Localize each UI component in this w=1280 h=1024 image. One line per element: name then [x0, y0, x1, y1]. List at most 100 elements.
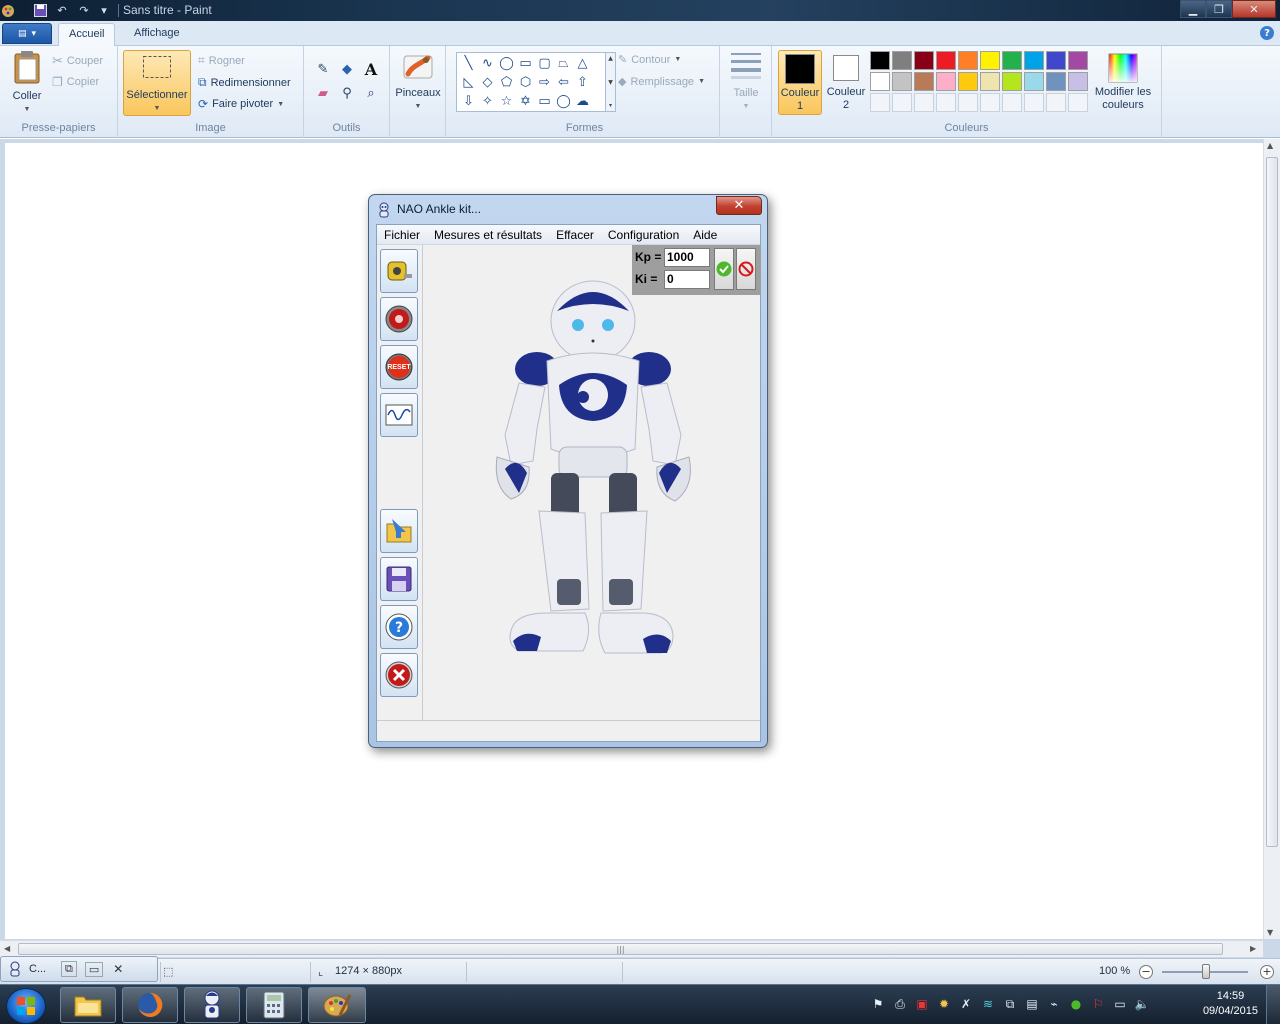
palette-swatch[interactable] [936, 72, 956, 91]
resize-button[interactable]: ⧉ Redimensionner [198, 75, 291, 90]
custom-color-slot[interactable] [914, 93, 934, 112]
taskbar-firefox[interactable] [122, 987, 178, 1023]
palette-swatch[interactable] [958, 72, 978, 91]
palette-swatch[interactable] [1068, 51, 1088, 70]
shapes-scroll[interactable]: ▲ ▼ ▾ [606, 52, 616, 112]
close-button[interactable]: ✕ [1232, 0, 1276, 18]
outline-button[interactable]: ✎ Contour ▼ [618, 53, 681, 67]
clock[interactable]: 14:59 09/04/2015 [1203, 989, 1258, 1019]
customize-quick-access-icon[interactable]: ▾ [96, 3, 112, 18]
edit-colors-button[interactable]: Modifier les couleurs [1090, 50, 1156, 115]
record-button[interactable] [380, 297, 418, 341]
hexagon-shape-icon[interactable]: ⬡ [516, 73, 535, 92]
tray-security-icon[interactable]: ⚑ [870, 996, 886, 1012]
custom-color-slot[interactable] [1046, 93, 1066, 112]
four-point-star-shape-icon[interactable]: ✧ [478, 92, 497, 111]
down-arrow-shape-icon[interactable]: ⇩ [459, 92, 478, 111]
tray-settings-icon[interactable]: ✹ [936, 996, 952, 1012]
palette-swatch[interactable] [892, 72, 912, 91]
custom-color-slot[interactable] [892, 93, 912, 112]
magnifier-icon[interactable]: ⌕ [360, 82, 382, 104]
tray-display-icon[interactable]: ▤ [1024, 996, 1040, 1012]
left-arrow-shape-icon[interactable]: ⇦ [554, 73, 573, 92]
palette-swatch[interactable] [914, 51, 934, 70]
vertical-scrollbar[interactable]: ▲ ▼ [1263, 139, 1280, 939]
palette-swatch[interactable] [1068, 72, 1088, 91]
restore-button[interactable]: ❐ [1206, 0, 1232, 18]
palette-swatch[interactable] [1046, 72, 1066, 91]
palette-swatch[interactable] [914, 72, 934, 91]
horizontal-scroll-thumb[interactable]: ||| [18, 943, 1223, 955]
zoom-out-button[interactable]: − [1139, 965, 1153, 979]
horizontal-scrollbar[interactable]: ◀ ||| ▶ [0, 940, 1263, 957]
maximize-icon[interactable]: ▭ [84, 961, 104, 977]
tray-usb-icon[interactable]: ⌁ [1046, 996, 1062, 1012]
nao-close-button[interactable]: ✕ [716, 196, 762, 215]
tab-view[interactable]: Affichage [124, 23, 190, 46]
scroll-right-arrow-icon[interactable]: ▶ [1250, 944, 1256, 953]
palette-swatch[interactable] [1024, 72, 1044, 91]
color1-button[interactable]: Couleur 1 [778, 50, 822, 115]
nao-menu-item[interactable]: Fichier [377, 228, 427, 242]
right-arrow-shape-icon[interactable]: ⇨ [535, 73, 554, 92]
zoom-in-button[interactable]: + [1260, 965, 1274, 979]
help-button[interactable]: ? [380, 605, 418, 649]
scroll-left-arrow-icon[interactable]: ◀ [4, 944, 10, 953]
cut-button[interactable]: ✂ Couper [52, 53, 103, 69]
line-shape-icon[interactable]: ╲ [459, 54, 478, 73]
scroll-up-icon[interactable]: ▲ [608, 55, 613, 62]
pentagon-shape-icon[interactable]: ⬠ [497, 73, 516, 92]
taskbar-nao[interactable] [184, 987, 240, 1023]
custom-color-slot[interactable] [1068, 93, 1088, 112]
tray-pdf-icon[interactable]: ▣ [914, 996, 930, 1012]
save-icon[interactable] [32, 3, 48, 18]
oval-shape-icon[interactable]: ◯ [497, 54, 516, 73]
triangle-shape-icon[interactable]: △ [573, 54, 592, 73]
palette-swatch[interactable] [892, 51, 912, 70]
nao-menu-item[interactable]: Mesures et résultats [427, 228, 549, 242]
quit-button[interactable] [380, 653, 418, 697]
redo-icon[interactable]: ↷ [76, 3, 92, 18]
polygon-shape-icon[interactable]: ⏢ [554, 54, 573, 73]
paste-button[interactable]: Coller ▼ [8, 50, 46, 116]
palette-swatch[interactable] [958, 51, 978, 70]
undo-icon[interactable]: ↶ [54, 3, 70, 18]
palette-swatch[interactable] [1024, 51, 1044, 70]
custom-color-slot[interactable] [870, 93, 890, 112]
custom-color-slot[interactable] [936, 93, 956, 112]
up-arrow-shape-icon[interactable]: ⇧ [573, 73, 592, 92]
close-icon[interactable]: ✕ [113, 962, 123, 976]
rectangle-shape-icon[interactable]: ▭ [516, 54, 535, 73]
help-icon[interactable]: ? [1260, 26, 1274, 40]
scroll-down-icon[interactable]: ▼ [608, 79, 613, 86]
palette-swatch[interactable] [980, 51, 1000, 70]
crop-button[interactable]: ⌗ Rogner [198, 53, 245, 68]
scroll-down-arrow-icon[interactable]: ▼ [1267, 928, 1273, 937]
minimized-window[interactable]: C... ⧉ ▭ ✕ [0, 956, 158, 982]
diamond-shape-icon[interactable]: ◇ [478, 73, 497, 92]
right-triangle-shape-icon[interactable]: ◺ [459, 73, 478, 92]
scroll-up-arrow-icon[interactable]: ▲ [1267, 141, 1273, 150]
nao-menu-item[interactable]: Aide [686, 228, 724, 242]
paint-menu-button[interactable]: ▤ ▾ [2, 23, 52, 44]
rounded-rectangle-shape-icon[interactable]: ▢ [535, 54, 554, 73]
palette-swatch[interactable] [870, 51, 890, 70]
apply-gains-button[interactable] [714, 248, 734, 290]
palette-swatch[interactable] [1002, 72, 1022, 91]
tray-sync-icon[interactable]: ≋ [980, 996, 996, 1012]
palette-swatch[interactable] [980, 72, 1000, 91]
select-button[interactable]: Sélectionner ▼ [123, 50, 191, 116]
rounded-callout-shape-icon[interactable]: ▭ [535, 92, 554, 111]
custom-color-slot[interactable] [958, 93, 978, 112]
kp-input[interactable]: 1000 [664, 248, 710, 267]
open-button[interactable] [380, 509, 418, 553]
paint-app-icon[interactable] [0, 3, 16, 18]
graph-button[interactable] [380, 393, 418, 437]
save-file-button[interactable] [380, 557, 418, 601]
taskbar-explorer[interactable] [60, 987, 116, 1023]
minimize-button[interactable]: ▁ [1180, 0, 1206, 18]
custom-color-slot[interactable] [1002, 93, 1022, 112]
palette-swatch[interactable] [1046, 51, 1066, 70]
restore-icon[interactable]: ⧉ [61, 961, 77, 977]
nao-menu-item[interactable]: Effacer [549, 228, 601, 242]
